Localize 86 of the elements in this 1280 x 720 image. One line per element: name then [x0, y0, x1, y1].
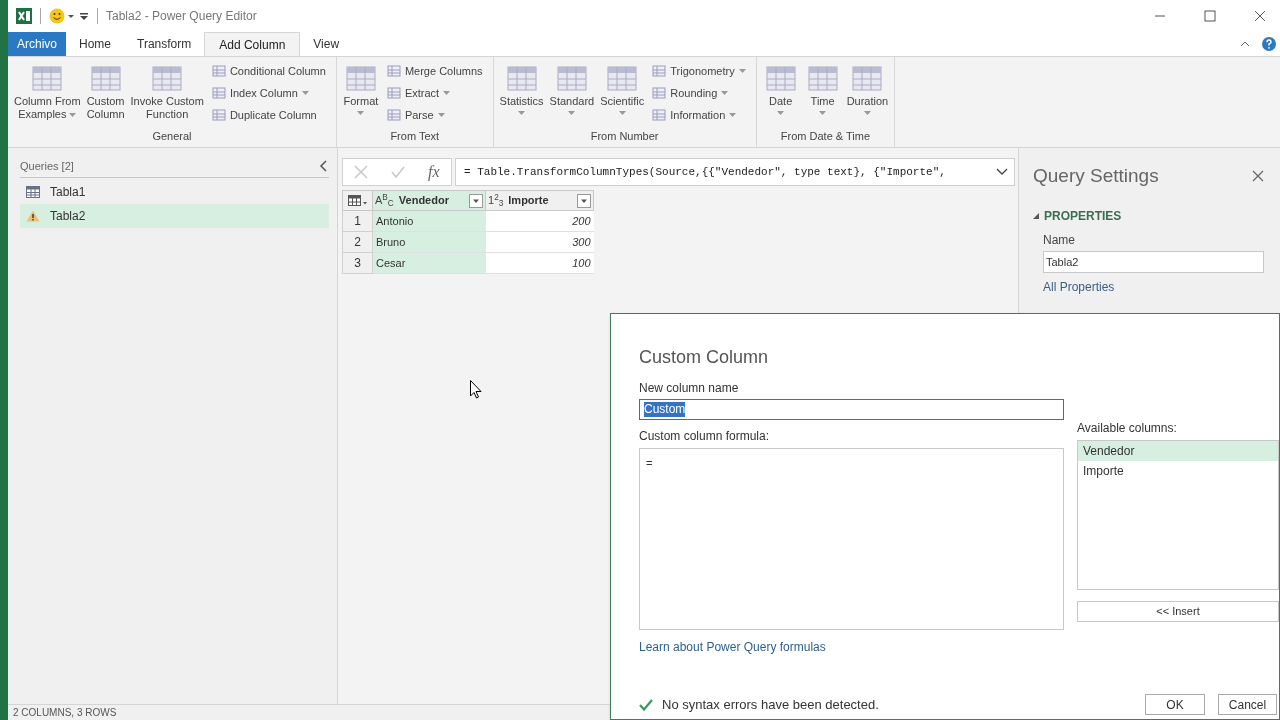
ribbon-button[interactable]: Rounding — [652, 84, 746, 102]
insert-button[interactable]: << Insert — [1077, 601, 1279, 622]
close-icon[interactable] — [1252, 170, 1264, 183]
formula-field[interactable]: = Table.TransformColumnTypes(Source,{{"Vendedor", type text}, {"Importe", — [455, 158, 1015, 186]
status-text: 2 COLUMNS, 3 ROWS — [13, 706, 117, 720]
ribbon-tab[interactable]: View — [300, 32, 353, 56]
warning-icon — [26, 209, 40, 222]
ribbon-button[interactable]: Format — [340, 62, 381, 115]
ribbon-tab[interactable]: Archivo — [8, 32, 66, 56]
field-label: Name — [1043, 231, 1076, 249]
smiley-icon[interactable] — [49, 8, 75, 24]
help-link[interactable]: Learn about Power Query formulas — [639, 638, 826, 656]
grid-icon — [211, 108, 226, 122]
ribbon-button[interactable]: Trigonometry — [652, 62, 746, 80]
ribbon-tab[interactable]: Add Column — [204, 32, 301, 56]
syntax-status: No syntax errors have been detected. — [662, 695, 879, 714]
group-label: From Text — [390, 129, 440, 142]
cancel-button[interactable]: Cancel — [1218, 694, 1277, 715]
ribbon-button[interactable]: Scientific — [598, 62, 647, 115]
grid-icon — [652, 108, 667, 122]
column-header[interactable]: 1$^{2}$$_{3}$ Importe — [485, 190, 594, 211]
ribbon-tab[interactable]: Transform — [124, 32, 205, 56]
ribbon-button[interactable]: Duration — [844, 62, 891, 115]
ribbon-button[interactable]: Merge Columns — [386, 62, 483, 80]
mouse-cursor-icon — [470, 380, 482, 399]
help-icon[interactable] — [1262, 37, 1276, 51]
panel-title: Query Settings — [1033, 164, 1159, 188]
close-icon[interactable] — [1254, 10, 1266, 22]
ribbon-button[interactable]: Column From Examples — [12, 62, 83, 121]
ribbon-button[interactable]: Index Column — [211, 84, 326, 102]
grid-icon — [386, 86, 401, 100]
field-label: New column name — [639, 380, 739, 397]
check-icon[interactable] — [391, 165, 406, 179]
queries-heading: Queries [2] — [20, 159, 74, 174]
grid-icon — [386, 108, 401, 122]
group-label: General — [152, 129, 192, 142]
ribbon-tab[interactable]: Home — [66, 32, 125, 56]
filter-dropdown-icon[interactable] — [469, 193, 483, 208]
filter-dropdown-icon[interactable] — [577, 193, 591, 208]
ribbon-button[interactable]: Time — [802, 62, 843, 115]
grid-icon — [652, 86, 667, 100]
collapse-triangle-icon[interactable] — [1033, 212, 1039, 219]
collapse-pane-icon[interactable] — [319, 160, 327, 173]
all-properties-link[interactable]: All Properties — [1043, 277, 1115, 296]
column-header[interactable]: A$^{B}$$_{C}$ Vendedor — [372, 190, 486, 211]
section-heading: PROPERTIES — [1044, 207, 1122, 225]
table-menu-icon — [347, 194, 368, 207]
ribbon-button[interactable]: Invoke Custom Function — [128, 62, 206, 121]
dialog-title: Custom Column — [639, 346, 769, 369]
window-title: Tabla2 - Power Query Editor — [106, 8, 257, 25]
column-list-item[interactable]: Importe — [1078, 461, 1278, 481]
name-field[interactable]: Tabla2 — [1043, 250, 1264, 273]
grid-icon — [211, 64, 226, 78]
collapse-ribbon-icon[interactable] — [1240, 40, 1250, 48]
expand-icon[interactable] — [996, 168, 1008, 176]
ribbon-button[interactable]: Statistics — [497, 62, 546, 115]
insert-function-button[interactable]: fx — [428, 160, 440, 184]
ribbon-button[interactable]: Custom Column — [84, 62, 127, 121]
ribbon-button[interactable]: Conditional Column — [211, 62, 326, 80]
ribbon-button[interactable]: Information — [652, 106, 746, 124]
ribbon-button[interactable]: Standard — [547, 62, 597, 115]
grid-icon — [652, 64, 667, 78]
grid-icon — [211, 86, 226, 100]
column-name-field[interactable]: Custom — [639, 399, 1064, 420]
row-number: 2 — [342, 231, 373, 253]
maximize-icon[interactable] — [1204, 10, 1216, 22]
group-label: From Number — [590, 129, 659, 142]
table-icon — [26, 185, 40, 198]
formula-editor[interactable]: = — [639, 448, 1064, 630]
query-item[interactable]: Tabla1 — [20, 179, 329, 204]
column-list-item[interactable]: Vendedor — [1078, 441, 1278, 461]
ribbon-button[interactable]: Duplicate Column — [211, 106, 326, 124]
ribbon-button[interactable]: Parse — [386, 106, 483, 124]
row-number: 3 — [342, 252, 373, 274]
ribbon-button[interactable]: Date — [760, 62, 801, 115]
ribbon-button[interactable]: Extract — [386, 84, 483, 102]
ok-button[interactable]: OK — [1145, 694, 1205, 715]
row-number: 1 — [342, 210, 373, 232]
customize-dropdown-icon[interactable] — [79, 10, 89, 22]
field-label: Available columns: — [1077, 420, 1177, 437]
grid-icon — [386, 64, 401, 78]
check-icon — [639, 698, 653, 711]
excel-logo-icon — [16, 8, 32, 24]
group-label: From Date & Time — [780, 129, 871, 142]
query-item[interactable]: Tabla2 — [20, 203, 329, 228]
field-label: Custom column formula: — [639, 428, 770, 445]
